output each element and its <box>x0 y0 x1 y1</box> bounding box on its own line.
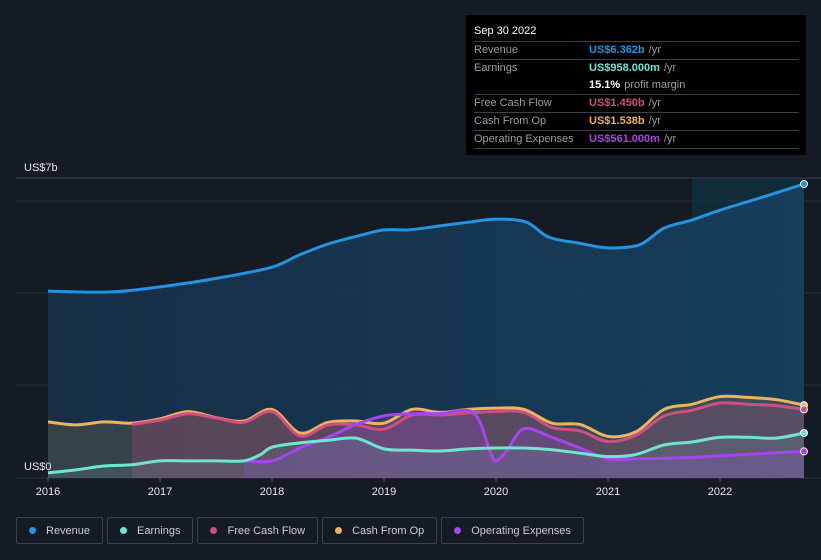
legend-label: Earnings <box>137 524 181 537</box>
tooltip-row: Cash From Op US$1.538b/yr <box>474 113 799 131</box>
tooltip-label: Earnings <box>474 62 518 74</box>
x-tick-label: 2016 <box>36 486 60 498</box>
revenue-endpoint <box>800 180 808 188</box>
legend-item-revenue[interactable]: Revenue <box>16 517 104 544</box>
x-tick-label: 2019 <box>372 486 396 498</box>
legend-label: Cash From Op <box>352 524 425 537</box>
legend-dot-icon <box>120 527 128 534</box>
tooltip-value: US$6.362b <box>589 44 645 56</box>
tooltip-date: Sep 30 2022 <box>474 23 799 42</box>
tooltip-unit: /yr <box>663 133 677 145</box>
tooltip-unit: /yr <box>663 62 677 74</box>
legend: Revenue Earnings Free Cash Flow Cash From O… <box>16 517 584 544</box>
y-axis-bottom-label: US$0 <box>24 461 52 473</box>
tooltip-value: US$1.450b <box>589 97 645 109</box>
tooltip-row: Revenue US$6.362b/yr <box>474 42 799 60</box>
legend-dot-icon <box>335 527 343 534</box>
legend-dot-icon <box>454 527 462 534</box>
earnings-endpoint <box>800 429 808 437</box>
tooltip-row: Operating Expenses US$561.000m/yr <box>474 131 799 149</box>
x-tick-label: 2017 <box>148 486 172 498</box>
x-tick-label: 2020 <box>484 486 508 498</box>
legend-item-free-cash-flow[interactable]: Free Cash Flow <box>197 517 319 544</box>
tooltip-unit: /yr <box>648 97 661 109</box>
tooltip-label <box>474 77 589 94</box>
tooltip-label: Operating Expenses <box>474 133 574 145</box>
legend-label: Operating Expenses <box>471 524 571 537</box>
tooltip-label: Revenue <box>474 44 519 56</box>
legend-label: Free Cash Flow <box>227 524 306 537</box>
tooltip-unit: profit margin <box>624 79 686 91</box>
legend-item-earnings[interactable]: Earnings <box>107 517 194 544</box>
tooltip-unit: /yr <box>648 44 661 56</box>
tooltip-unit: /yr <box>648 115 661 127</box>
x-tick-label: 2021 <box>596 486 620 498</box>
operating-expenses-endpoint <box>800 447 808 456</box>
tooltip-value: US$561.000m <box>589 133 660 145</box>
tooltip-label: Free Cash Flow <box>474 97 552 109</box>
tooltip-value: US$1.538b <box>589 115 645 127</box>
legend-dot-icon <box>210 527 218 534</box>
legend-item-operating-expenses[interactable]: Operating Expenses <box>441 517 584 544</box>
tooltip-panel: Sep 30 2022 Revenue US$6.362b/yr Earnings U… <box>466 15 806 155</box>
tooltip-value: 15.1% <box>589 79 621 91</box>
x-tick-label: 2018 <box>260 486 284 498</box>
tooltip-row: Free Cash Flow US$1.450b/yr <box>474 95 799 113</box>
free-cash-flow-endpoint <box>800 405 808 414</box>
tooltip-row: 15.1% profit margin <box>474 77 799 95</box>
y-axis-top-label: US$7b <box>24 162 58 174</box>
x-axis: 2016 2017 2018 2019 2020 2021 2022 <box>36 478 732 498</box>
legend-item-cash-from-op[interactable]: Cash From Op <box>322 517 438 544</box>
tooltip-label: Cash From Op <box>474 115 547 127</box>
legend-label: Revenue <box>46 524 91 537</box>
tooltip-value: US$958.000m <box>589 62 660 74</box>
tooltip-row: Earnings US$958.000m/yr <box>474 60 799 77</box>
x-tick-label: 2022 <box>708 486 732 498</box>
legend-dot-icon <box>29 527 36 534</box>
